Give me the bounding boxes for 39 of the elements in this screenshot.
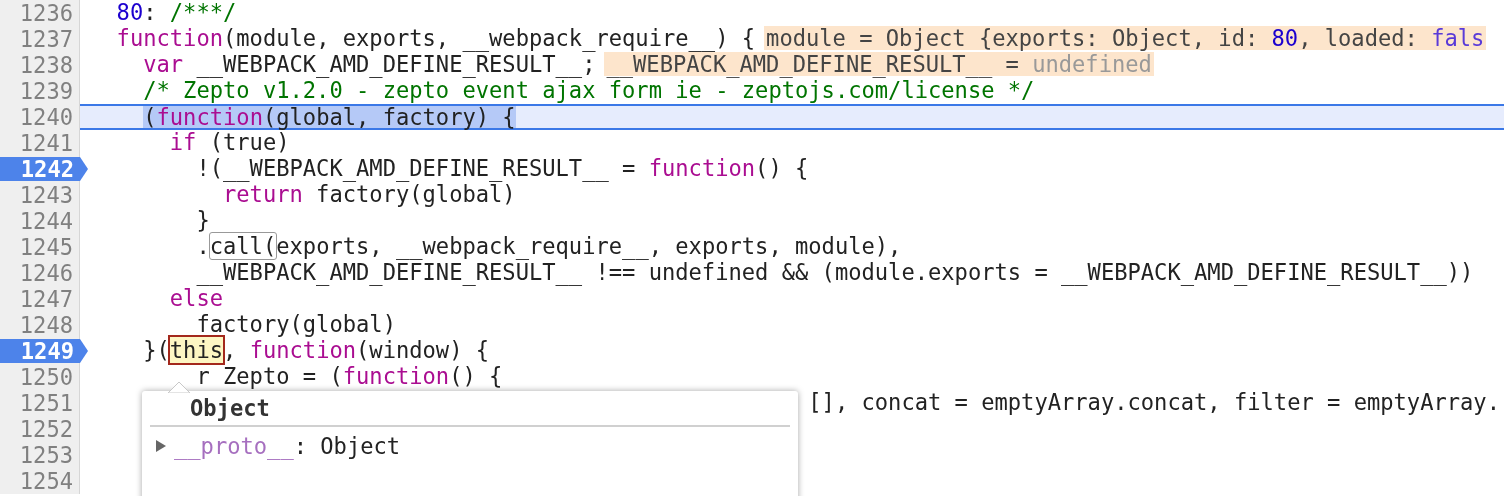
code-line: else <box>169 286 223 310</box>
line-number: 1247 <box>18 286 74 312</box>
line-number: 1236 <box>18 0 74 26</box>
code-line: [], concat = emptyArray.concat, filter = emptyArray. <box>808 390 1500 414</box>
line-number: 1240 <box>18 104 74 130</box>
popover-title: Object <box>190 395 270 421</box>
property-entry[interactable]: __proto__: Object <box>174 433 401 459</box>
inline-value: module = Object {exports: Object, id: 80, loaded: fals <box>764 26 1487 50</box>
line-number: 1253 <box>18 442 74 468</box>
line-number: 1237 <box>18 26 74 52</box>
line-number: 1250 <box>18 364 74 390</box>
code-line: factory(global) <box>196 312 396 336</box>
code-line: /* Zepto v1.2.0 - zepto event ajax form ie - zeptojs.com/license */ <box>143 78 1035 102</box>
code-line: }(this, function(window) { <box>143 338 490 362</box>
line-number: 1248 <box>18 312 74 338</box>
line-number: 1243 <box>18 182 74 208</box>
inline-value: __WEBPACK_AMD_DEFINE_RESULT__ = undefined <box>604 52 1154 76</box>
collapsed-triangle-icon[interactable] <box>154 439 168 453</box>
breakpoint-marker[interactable]: 1249 <box>0 339 88 363</box>
code-line: 80: /***/ <box>116 0 237 24</box>
line-number: 1239 <box>18 78 74 104</box>
line-number: 1246 <box>18 260 74 286</box>
code-line: function(module, exports, __webpack_require__) { <box>116 26 756 50</box>
code-line: r Zepto = (function() { <box>196 364 503 388</box>
code-line: .call(exports, __webpack_require__, exports, module), <box>196 234 902 258</box>
line-number: 1241 <box>18 130 74 156</box>
line-number: 1244 <box>18 208 74 234</box>
code-line: if (true) <box>169 130 290 154</box>
code-line: } <box>196 208 210 232</box>
line-number: 1252 <box>18 416 74 442</box>
line-number: 1254 <box>18 468 74 494</box>
line-number: 1251 <box>18 390 74 416</box>
line-number: 1245 <box>18 234 74 260</box>
code-line: var __WEBPACK_AMD_DEFINE_RESULT__; <box>143 52 596 76</box>
code-line: __WEBPACK_AMD_DEFINE_RESULT__ !== undefined && (module.exports = __WEBPACK_AMD_DEFINE_RESULT__)) <box>196 260 1474 284</box>
line-number: 1238 <box>18 52 74 78</box>
breakpoint-marker[interactable]: 1242 <box>0 157 88 181</box>
code-line: !(__WEBPACK_AMD_DEFINE_RESULT__ = function() { <box>196 156 809 180</box>
code-line: return factory(global) <box>223 182 516 206</box>
